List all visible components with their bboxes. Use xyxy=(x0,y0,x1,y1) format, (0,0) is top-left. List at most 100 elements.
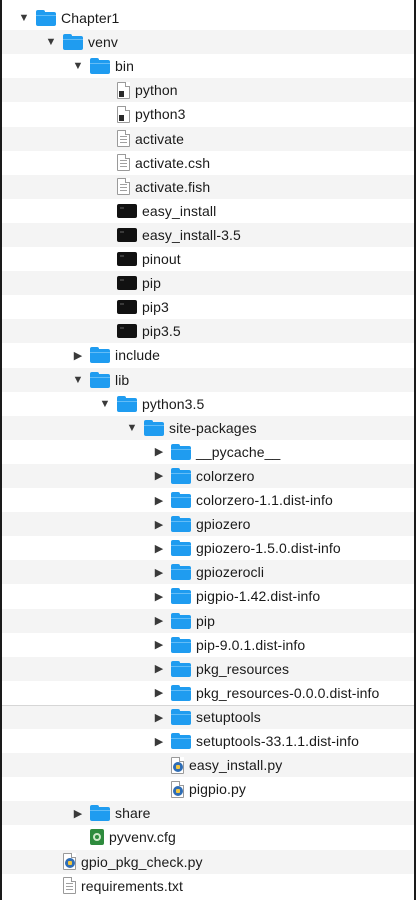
disclosure-expanded-icon[interactable]: ▼ xyxy=(97,396,113,412)
terminal-executable-icon xyxy=(117,300,137,315)
tree-row-include[interactable]: ▶ include xyxy=(2,343,414,367)
tree-item-label: pigpio-1.42.dist-info xyxy=(196,588,321,605)
tree-item-label: pkg_resources-0.0.0.dist-info xyxy=(196,684,380,701)
tree-row-venv[interactable]: ▼ venv xyxy=(2,30,414,55)
tree-row-pycache[interactable]: ▶ __pycache__ xyxy=(2,440,414,464)
tree-row-setuptools-33-1-1-dist-info[interactable]: ▶ setuptools-33.1.1.dist-info xyxy=(2,729,414,753)
tree-row-activate[interactable]: activate xyxy=(2,126,414,151)
disclosure-collapsed-icon[interactable]: ▶ xyxy=(151,685,167,701)
tree-row-pinout[interactable]: pinout xyxy=(2,247,414,271)
tree-row-bin[interactable]: ▼ bin xyxy=(2,54,414,78)
tree-item-label: bin xyxy=(115,58,134,75)
document-icon xyxy=(117,178,130,196)
tree-row-chapter1[interactable]: ▼ Chapter1 xyxy=(2,6,414,30)
tree-row-pip[interactable]: ▶ pip xyxy=(2,608,414,633)
disclosure-collapsed-icon[interactable]: ▶ xyxy=(151,613,167,629)
disclosure-expanded-icon[interactable]: ▼ xyxy=(43,34,59,50)
tree-item-label: pip3 xyxy=(142,299,169,316)
tree-row-python3-5[interactable]: ▼ python3.5 xyxy=(2,392,414,416)
disclosure-collapsed-icon[interactable]: ▶ xyxy=(151,588,167,604)
disclosure-collapsed-icon[interactable]: ▶ xyxy=(151,468,167,484)
tree-row-activate-csh[interactable]: activate.csh xyxy=(2,151,414,175)
tree-item-label: pigpio.py xyxy=(189,781,246,798)
disclosure-expanded-icon[interactable]: ▼ xyxy=(124,420,140,436)
disclosure-collapsed-icon[interactable]: ▶ xyxy=(151,733,167,749)
disclosure-collapsed-icon[interactable]: ▶ xyxy=(70,805,86,821)
tree-row-pigpio-1-42-dist-info[interactable]: ▶ pigpio-1.42.dist-info xyxy=(2,584,414,608)
python-document-icon xyxy=(171,780,184,798)
disclosure-collapsed-icon[interactable]: ▶ xyxy=(151,540,167,556)
tree-item-label: venv xyxy=(88,34,118,51)
tree-row-pip[interactable]: pip xyxy=(2,271,414,296)
disclosure-expanded-icon[interactable]: ▼ xyxy=(16,10,32,26)
tree-row-gpio-pkg-check-py[interactable]: gpio_pkg_check.py xyxy=(2,849,414,874)
disclosure-collapsed-icon[interactable]: ▶ xyxy=(70,347,86,363)
tree-row-gpiozero-1-5-0-dist-info[interactable]: ▶ gpiozero-1.5.0.dist-info xyxy=(2,536,414,560)
document-icon xyxy=(63,877,76,895)
executable-document-icon xyxy=(117,81,130,99)
folder-icon xyxy=(171,588,191,605)
tree-item-label: __pycache__ xyxy=(196,443,281,460)
tree-row-pip-9-0-1-dist-info[interactable]: ▶ pip-9.0.1.dist-info xyxy=(2,633,414,657)
tree-row-site-packages[interactable]: ▼ site-packages xyxy=(2,415,414,440)
disclosure-collapsed-icon[interactable]: ▶ xyxy=(151,709,167,725)
tree-row-gpiozero[interactable]: ▶ gpiozero xyxy=(2,512,414,537)
tree-item-label: colorzero-1.1.dist-info xyxy=(196,492,333,508)
tree-row-setuptools[interactable]: ▶ setuptools xyxy=(2,704,414,729)
tree-row-share[interactable]: ▶ share xyxy=(2,801,414,826)
disclosure-collapsed-icon[interactable]: ▶ xyxy=(151,564,167,580)
tree-row-pigpio-py[interactable]: pigpio.py xyxy=(2,777,414,801)
tree-row-pyvenv-cfg[interactable]: pyvenv.cfg xyxy=(2,825,414,849)
folder-icon xyxy=(171,492,191,508)
tree-item-label: gpiozerocli xyxy=(196,564,265,581)
tree-row-pkg-resources[interactable]: ▶ pkg_resources xyxy=(2,656,414,681)
terminal-executable-icon xyxy=(117,252,137,266)
disclosure-expanded-icon[interactable]: ▼ xyxy=(70,372,86,388)
tree-item-label: pip xyxy=(142,275,161,292)
tree-item-label: site-packages xyxy=(169,419,257,436)
folder-icon xyxy=(171,540,191,557)
tree-row-python[interactable]: python xyxy=(2,78,414,103)
disclosure-collapsed-icon[interactable]: ▶ xyxy=(151,661,167,677)
folder-icon xyxy=(90,58,110,75)
disclosure-collapsed-icon[interactable]: ▶ xyxy=(151,516,167,532)
tree-row-lib[interactable]: ▼ lib xyxy=(2,367,414,392)
tree-row-activate-fish[interactable]: activate.fish xyxy=(2,174,414,199)
disclosure-expanded-icon[interactable]: ▼ xyxy=(70,58,86,74)
folder-icon xyxy=(171,443,191,460)
tree-item-label: colorzero xyxy=(196,467,255,484)
python-document-icon xyxy=(63,853,76,870)
disclosure-collapsed-icon[interactable]: ▶ xyxy=(151,492,167,508)
tree-row-pip3[interactable]: pip3 xyxy=(2,295,414,319)
folder-icon xyxy=(90,805,110,822)
tree-row-easy-install[interactable]: easy_install xyxy=(2,199,414,223)
folder-icon xyxy=(144,419,164,436)
tree-item-label: activate.csh xyxy=(135,154,211,171)
tree-row-pip3-5[interactable]: pip3.5 xyxy=(2,319,414,344)
tree-item-label: pyvenv.cfg xyxy=(109,829,176,846)
tree-item-label: activate.fish xyxy=(135,178,211,195)
disclosure-collapsed-icon[interactable]: ▶ xyxy=(151,444,167,460)
tree-row-gpiozerocli[interactable]: ▶ gpiozerocli xyxy=(2,560,414,585)
tree-row-requirements-txt[interactable]: requirements.txt xyxy=(2,874,414,898)
folder-icon xyxy=(36,10,56,26)
tree-item-label: lib xyxy=(115,371,130,388)
tree-row-colorzero-1-1-dist-info[interactable]: ▶ colorzero-1.1.dist-info xyxy=(2,488,414,512)
executable-document-icon xyxy=(117,105,130,123)
tree-row-colorzero[interactable]: ▶ colorzero xyxy=(2,463,414,488)
folder-icon xyxy=(171,516,191,533)
disclosure-collapsed-icon[interactable]: ▶ xyxy=(151,637,167,653)
tree-item-label: include xyxy=(115,347,161,364)
folder-icon xyxy=(117,395,137,412)
tree-row-python3[interactable]: python3 xyxy=(2,102,414,126)
config-document-icon xyxy=(90,829,104,846)
tree-row-easy-install-3-5[interactable]: easy_install-3.5 xyxy=(2,222,414,247)
tree-row-pkg-resources-0-0-0-dist-info[interactable]: ▶ pkg_resources-0.0.0.dist-info xyxy=(2,681,414,705)
tree-row-easy-install-py[interactable]: easy_install.py xyxy=(2,753,414,778)
